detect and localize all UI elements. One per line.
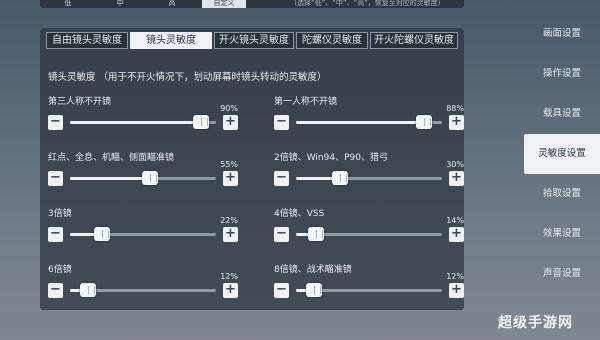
tab-camera[interactable]: 镜头灵敏度 [130,32,212,49]
slider-label: 2倍镜、Win94、P90、猎弓 [274,153,388,163]
slider-track[interactable] [70,283,216,297]
sidebar-item-sensitivity[interactable]: 灵敏度设置 [524,134,600,174]
slider-4x-scope: 4倍镜、VSS 14% − + [274,206,464,252]
slider-third-person-no-scope: 第三人称不开镜 90% − + [48,94,238,140]
slider-fill [70,121,202,124]
slider-track[interactable] [296,115,442,129]
slider-thumb[interactable] [308,227,325,241]
slider-2x-scope: 2倍镜、Win94、P90、猎弓 30% − + [274,150,464,196]
increase-button[interactable]: + [449,227,464,242]
slider-8x-scope: 8倍镜、战术瞄准镜 12% − + [274,262,464,308]
decrease-button[interactable]: − [48,227,63,242]
sidebar-item-vehicle[interactable]: 载具设置 [524,94,600,134]
slider-label: 第一人称不开镜 [274,97,338,107]
increase-button[interactable]: + [449,283,464,298]
slider-first-person-no-scope: 第一人称不开镜 88% − + [274,94,464,140]
decrease-button[interactable]: − [274,171,289,186]
slider-value: 22% [220,216,238,225]
slider-label: 6倍镜 [48,265,72,275]
increase-button[interactable]: + [223,171,238,186]
slider-value: 90% [220,104,238,113]
increase-button[interactable]: + [223,115,238,130]
slider-track[interactable] [70,227,216,241]
tab-gyroscope[interactable]: 陀螺仪灵敏度 [296,32,368,49]
slider-thumb[interactable] [193,115,210,129]
sensitivity-panel: 自由镜头灵敏度 镜头灵敏度 开火镜头灵敏度 陀螺仪灵敏度 开火陀螺仪灵敏度 镜头… [40,28,464,310]
tab-fire-gyroscope[interactable]: 开火陀螺仪灵敏度 [370,32,458,49]
increase-button[interactable]: + [223,283,238,298]
slider-thumb[interactable] [305,283,322,297]
slider-thumb[interactable] [79,283,96,297]
sidebar-item-sound[interactable]: 声音设置 [524,254,600,294]
settings-sidebar: 画面设置 操作设置 载具设置 灵敏度设置 拾取设置 效果设置 声音设置 [524,14,600,294]
slider-value: 88% [446,104,464,113]
preset-custom-button[interactable]: 自定义 [202,0,246,8]
slider-value: 55% [220,160,238,169]
section-title: 镜头灵敏度 （用于不开火情况下，划动屏幕时镜头转动的灵敏度） [48,72,327,83]
slider-label: 第三人称不开镜 [48,97,112,107]
slider-thumb[interactable] [94,227,111,241]
increase-button[interactable]: + [449,115,464,130]
tab-fire-camera[interactable]: 开火镜头灵敏度 [214,32,294,49]
slider-3x-scope: 3倍镜 22% − + [48,206,238,252]
slider-track[interactable] [296,171,442,185]
sidebar-item-graphics[interactable]: 画面设置 [524,14,600,54]
slider-thumb[interactable] [331,171,348,185]
preset-medium-button[interactable]: 中 [98,0,142,8]
decrease-button[interactable]: − [48,283,63,298]
slider-track[interactable] [70,171,216,185]
slider-label: 红点、全息、机瞄、侧面瞄准镜 [48,153,175,163]
slider-fill [296,121,425,124]
sensitivity-tabs: 自由镜头灵敏度 镜头灵敏度 开火镜头灵敏度 陀螺仪灵敏度 开火陀螺仪灵敏度 [46,32,460,49]
slider-track[interactable] [296,283,442,297]
sidebar-item-controls[interactable]: 操作设置 [524,54,600,94]
sidebar-item-effects[interactable]: 效果设置 [524,214,600,254]
decrease-button[interactable]: − [274,283,289,298]
slider-label: 3倍镜 [48,209,72,219]
slider-value: 12% [446,272,464,281]
slider-6x-scope: 6倍镜 12% − + [48,262,238,308]
slider-value: 30% [446,160,464,169]
preset-low-button[interactable]: 低 [46,0,90,8]
slider-track[interactable] [70,115,216,129]
slider-thumb[interactable] [142,171,159,185]
site-watermark: 超级手游网 [498,315,573,331]
decrease-button[interactable]: − [48,171,63,186]
slider-label: 4倍镜、VSS [274,209,325,219]
decrease-button[interactable]: − [274,227,289,242]
preset-note: （选择“低”、“中”、“高”，恢复至对应的灵敏度） [290,0,445,7]
decrease-button[interactable]: − [274,115,289,130]
increase-button[interactable]: + [223,227,238,242]
slider-fill [70,177,151,180]
preset-bar: 低 中 高 自定义 （选择“低”、“中”、“高”，恢复至对应的灵敏度） [40,0,464,8]
slider-track[interactable] [296,227,442,241]
preset-high-button[interactable]: 高 [150,0,194,8]
slider-label: 8倍镜、战术瞄准镜 [274,265,352,275]
slider-thumb[interactable] [416,115,433,129]
preset-strip: 低 中 高 自定义 （选择“低”、“中”、“高”，恢复至对应的灵敏度） [0,0,600,22]
increase-button[interactable]: + [449,171,464,186]
slider-value: 12% [220,272,238,281]
slider-red-dot-holo: 红点、全息、机瞄、侧面瞄准镜 55% − + [48,150,238,196]
sidebar-item-pickup[interactable]: 拾取设置 [524,174,600,214]
decrease-button[interactable]: − [48,115,63,130]
tab-free-camera[interactable]: 自由镜头灵敏度 [46,32,128,49]
slider-value: 14% [446,216,464,225]
